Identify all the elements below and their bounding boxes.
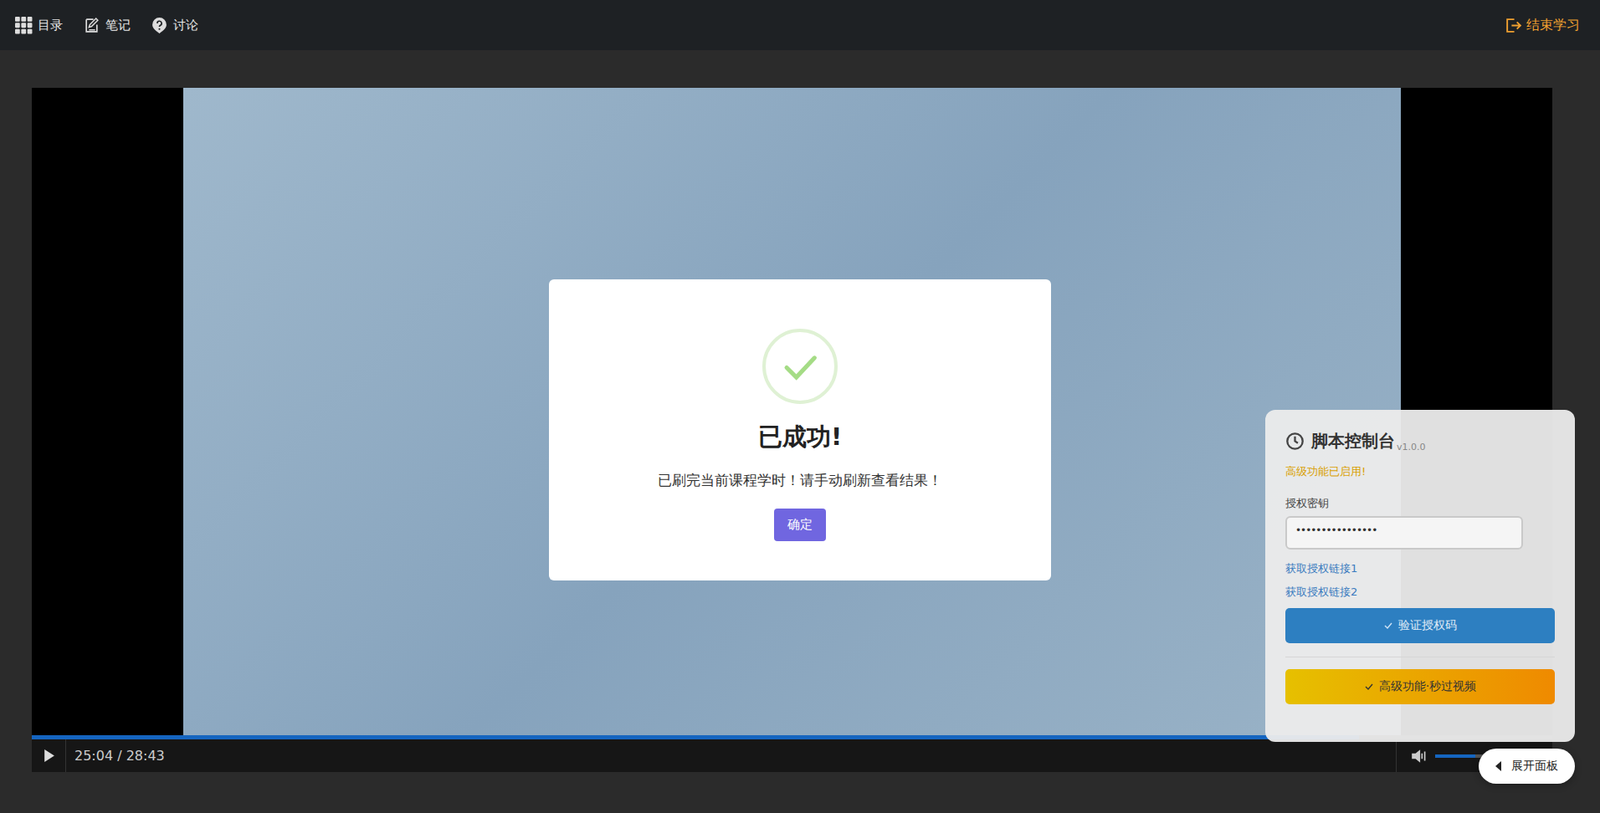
- verify-button[interactable]: 验证授权码: [1285, 608, 1555, 644]
- checkmark-icon: [775, 342, 825, 391]
- panel-version: v1.0.0: [1396, 441, 1426, 453]
- speaker-icon: [1410, 747, 1429, 766]
- auth-link[interactable]: 获取授权链接2: [1285, 584, 1555, 600]
- grid-icon: [15, 16, 33, 35]
- premium-button[interactable]: 高级功能·秒过视频: [1285, 669, 1555, 705]
- volume-fill: [1435, 754, 1476, 759]
- toolbar-item[interactable]: 目录: [15, 16, 63, 35]
- time-display: 25:04 / 28:43: [66, 748, 165, 765]
- exit-button[interactable]: 结束学习: [1504, 16, 1580, 35]
- expand-panel-button[interactable]: 展开面板: [1478, 748, 1575, 785]
- play-button[interactable]: [31, 739, 67, 773]
- toolbar-item[interactable]: 笔记: [82, 16, 131, 35]
- note-icon: [82, 16, 101, 35]
- panel-header: 脚本控制台v1.0.0: [1285, 430, 1555, 453]
- arrow-left-icon: [1495, 761, 1502, 772]
- top-bar: 目录笔记讨论 结束学习: [0, 0, 1600, 51]
- confirm-button[interactable]: 确定: [774, 508, 826, 542]
- key-input[interactable]: ••••••••••••••••: [1285, 516, 1524, 550]
- toolbar-item[interactable]: 讨论: [150, 16, 199, 35]
- auth-link[interactable]: 获取授权链接1: [1285, 561, 1555, 577]
- success-icon: [762, 328, 838, 405]
- play-icon: [41, 748, 57, 764]
- key-label: 授权密钥: [1285, 496, 1555, 512]
- dialog-message: 已刷完当前课程学时！请手动刷新查看结果！: [657, 471, 943, 491]
- question-icon: [150, 16, 169, 35]
- check-icon: [1383, 620, 1394, 631]
- status-text: 高级功能已启用!: [1285, 464, 1555, 480]
- dialog-title: 已成功!: [758, 420, 842, 455]
- success-dialog: 已成功! 已刷完当前课程学时！请手动刷新查看结果！ 确定: [548, 279, 1052, 581]
- script-console-panel: 脚本控制台v1.0.0 高级功能已启用! 授权密钥 •••••••••••••••• 获…: [1265, 410, 1575, 743]
- panel-title: 脚本控制台: [1311, 430, 1395, 453]
- control-bar: 25:04 / 28:43: [31, 739, 1553, 773]
- clock-icon: [1285, 431, 1305, 452]
- exit-icon: [1504, 16, 1523, 35]
- course-player-page: 目录笔记讨论 结束学习 25:04 / 28:43 已成功! 已刷完当前课程学时！请手动…: [0, 0, 1600, 813]
- check-icon: [1364, 682, 1375, 693]
- divider: [1285, 656, 1555, 658]
- toolbar: 目录笔记讨论: [15, 16, 199, 35]
